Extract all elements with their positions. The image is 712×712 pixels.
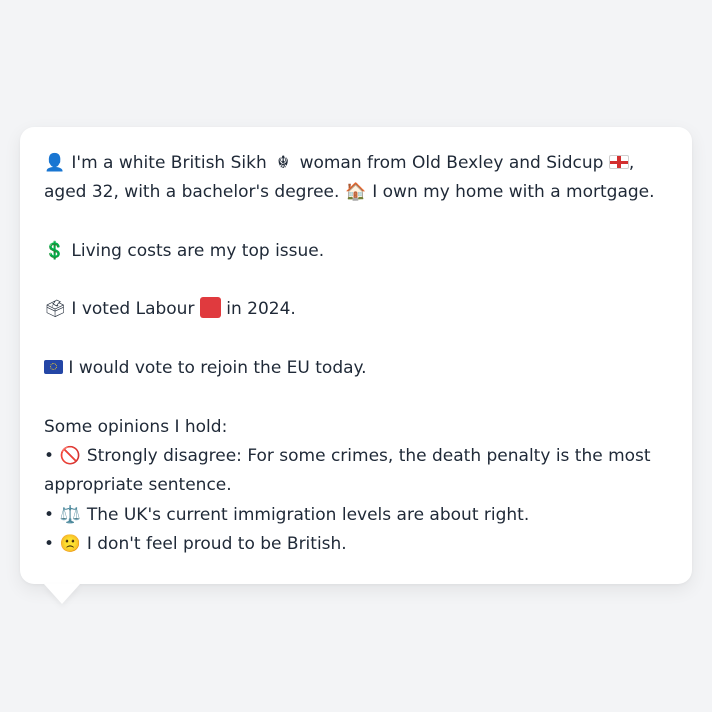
red-square-icon	[199, 297, 221, 319]
intro-text-d: I own my home with a mortgage.	[372, 182, 655, 203]
opinions-heading: Some opinions I hold:	[44, 416, 228, 437]
vote-text-b: in 2024.	[226, 299, 296, 320]
bullet: •	[44, 445, 55, 466]
khanda-icon: ☬	[277, 153, 290, 173]
intro-paragraph: 👤 I'm a white British Sikh ☬ woman from …	[44, 149, 664, 208]
scales-icon: ⚖️	[59, 504, 82, 525]
intro-text-b: woman from Old Bexley and Sidcup	[299, 153, 604, 173]
england-flag-icon	[608, 155, 629, 169]
bullet: •	[44, 533, 55, 554]
frowning-face-icon: 🙁	[59, 533, 82, 554]
bullet: •	[44, 504, 55, 525]
person-icon: 👤	[44, 153, 66, 173]
opinion-item: • 🚫 Strongly disagree: For some crimes, …	[44, 442, 664, 501]
persona-card: 👤 I'm a white British Sikh ☬ woman from …	[20, 127, 692, 584]
eu-flag-icon	[44, 360, 63, 375]
opinion-text: I don't feel proud to be British.	[86, 533, 347, 554]
opinion-item: • 🙁 I don't feel proud to be British.	[44, 530, 664, 559]
dollar-icon: 💲	[44, 240, 66, 261]
opinion-item: • ⚖️ The UK's current immigration levels…	[44, 501, 664, 530]
vote-paragraph: 🗳 I voted Labour in 2024.	[44, 295, 664, 324]
intro-text-a: I'm a white British Sikh	[71, 153, 267, 173]
ballot-box-icon: 🗳	[44, 299, 66, 320]
vote-text-a: I voted Labour	[71, 299, 195, 320]
eu-paragraph: I would vote to rejoin the EU today.	[44, 354, 664, 383]
eu-text: I would vote to rejoin the EU today.	[68, 358, 367, 379]
opinion-text: Strongly disagree: For some crimes, the …	[44, 445, 651, 496]
issue-paragraph: 💲 Living costs are my top issue.	[44, 237, 664, 266]
opinions-section: Some opinions I hold: • 🚫 Strongly disag…	[44, 413, 664, 559]
house-icon: 🏠	[345, 182, 367, 203]
issue-text: Living costs are my top issue.	[71, 240, 325, 261]
bubble-tail	[44, 584, 80, 604]
prohibited-icon: 🚫	[59, 445, 82, 466]
opinion-text: The UK's current immigration levels are …	[86, 504, 530, 525]
